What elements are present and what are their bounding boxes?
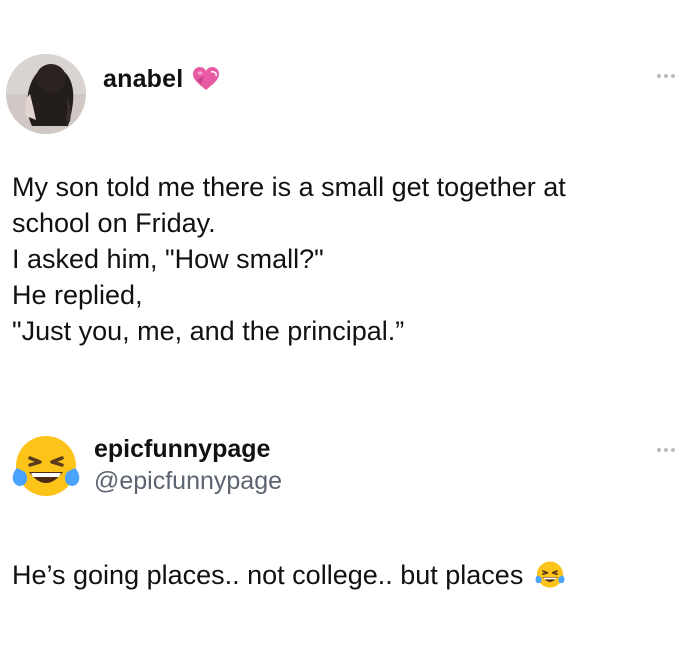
avatar-photo: [6, 54, 86, 134]
laughing-crying-emoji-icon[interactable]: [7, 428, 85, 506]
username-row: anabel: [103, 64, 221, 94]
username[interactable]: anabel: [103, 64, 183, 94]
tweet-body: He’s going places.. not college.. but pl…: [12, 560, 524, 590]
tweet-line: He replied,: [12, 280, 143, 310]
tweet-line: My son told me there is a small get toge…: [12, 172, 566, 202]
avatar[interactable]: [6, 54, 86, 134]
laughing-crying-emoji-icon: [533, 558, 567, 592]
tweet-line: "Just you, me, and the principal.”: [12, 316, 405, 346]
more-options-icon[interactable]: [650, 66, 682, 86]
more-options-icon[interactable]: [650, 440, 682, 460]
tweet-text: My son told me there is a small get toge…: [12, 169, 682, 349]
tweet-line: I asked him, "How small?": [12, 244, 324, 274]
handle[interactable]: @epicfunnypage: [94, 466, 282, 496]
tweet-line: school on Friday.: [12, 208, 216, 238]
username[interactable]: epicfunnypage: [94, 434, 270, 464]
tweet-text: He’s going places.. not college.. but pl…: [12, 557, 567, 593]
heart-with-ribbon-icon: [191, 66, 221, 92]
